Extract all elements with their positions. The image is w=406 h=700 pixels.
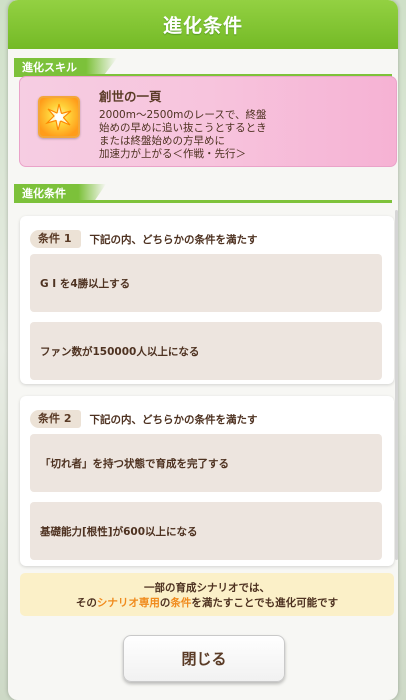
note-text: を満たすことでも進化可能です — [191, 597, 339, 609]
skill-name: 創世の一頁 — [99, 89, 162, 104]
condition-header: 条件 2 下記の内、どちらかの条件を満たす — [30, 410, 257, 428]
evolution-conditions-dialog: 進化条件 進化スキル 創世の一頁 2000m～2500mのレースで、終盤 始めの… — [8, 0, 398, 700]
close-button[interactable]: 閉じる — [123, 635, 285, 682]
sparkle-skill-icon — [38, 96, 80, 138]
condition-header: 条件 1 下記の内、どちらかの条件を満たす — [30, 230, 257, 248]
condition-item: G I を4勝以上する — [30, 254, 382, 312]
conditions-scrollbar[interactable] — [395, 210, 398, 560]
condition-item-text: 基礎能力[根性]が600以上になる — [40, 525, 198, 538]
condition-tag: 条件 1 — [30, 230, 82, 248]
skill-description: 2000m～2500mのレースで、終盤 始めの早めに追い抜こうとするとき または… — [99, 109, 379, 161]
skill-description-line: または終盤始めの方早めに — [99, 135, 225, 147]
condition-tag: 条件 2 — [30, 410, 82, 428]
condition-item-text: G I を4勝以上する — [40, 277, 131, 290]
condition-item: 基礎能力[根性]が600以上になる — [30, 502, 382, 560]
note-text: の — [159, 597, 171, 609]
note-highlight: 条件 — [170, 597, 192, 609]
skill-description-line: 加速力が上がる＜作戦・先行＞ — [99, 148, 246, 160]
condition-item-text: 「切れ者」を持つ状態で育成を完了する — [40, 457, 229, 470]
note-text: その — [75, 597, 97, 609]
condition-panel-2: 条件 2 下記の内、どちらかの条件を満たす 「切れ者」を持つ状態で育成を完了する… — [20, 396, 394, 566]
condition-item: 「切れ者」を持つ状態で育成を完了する — [30, 434, 382, 492]
conditions-section-tab: 進化条件 — [14, 184, 106, 203]
skill-section-label: 進化スキル — [14, 54, 392, 77]
note-line-1: 一部の育成シナリオでは、 — [144, 582, 270, 594]
skill-description-line: 2000m～2500mのレースで、終盤 — [99, 109, 267, 121]
condition-description: 下記の内、どちらかの条件を満たす — [89, 233, 258, 246]
condition-description: 下記の内、どちらかの条件を満たす — [89, 413, 258, 426]
note-line-2: そのシナリオ専用の条件を満たすことでも進化可能です — [20, 595, 394, 610]
scenario-note: 一部の育成シナリオでは、 そのシナリオ専用の条件を満たすことでも進化可能です — [20, 573, 394, 616]
skill-section-tab: 進化スキル — [14, 58, 117, 77]
condition-item: ファン数が150000人以上になる — [30, 322, 382, 380]
conditions-section-label: 進化条件 — [14, 180, 392, 203]
note-highlight: シナリオ専用 — [96, 597, 160, 609]
condition-item-text: ファン数が150000人以上になる — [40, 345, 200, 358]
skill-card: 創世の一頁 2000m～2500mのレースで、終盤 始めの早めに追い抜こうとする… — [19, 76, 397, 167]
skill-description-line: 始めの早めに追い抜こうとするとき — [99, 122, 267, 134]
dialog-title: 進化条件 — [162, 15, 243, 37]
dialog-header: 進化条件 — [8, 0, 398, 49]
condition-panel-1: 条件 1 下記の内、どちらかの条件を満たす G I を4勝以上する ファン数が1… — [20, 216, 394, 384]
